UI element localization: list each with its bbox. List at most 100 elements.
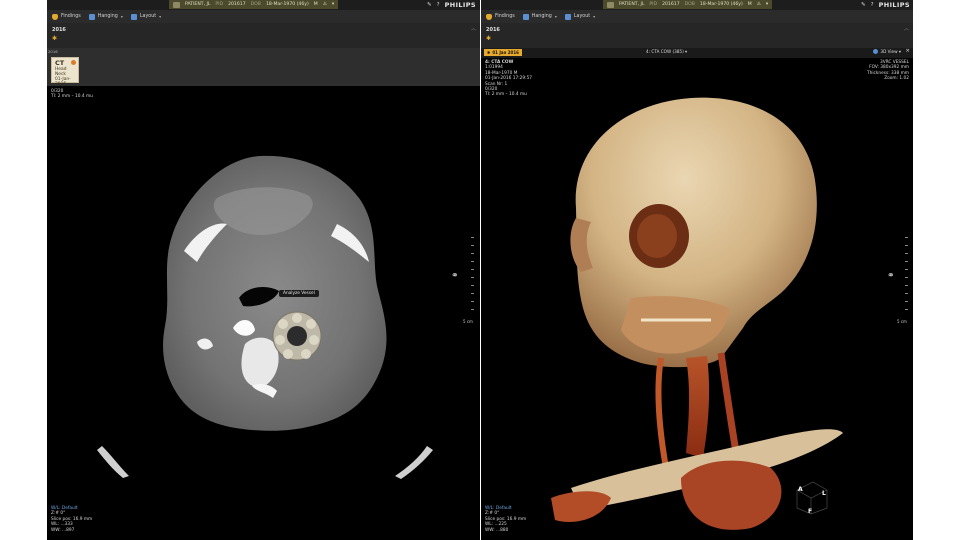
overlay-line: WW: ...897	[51, 527, 75, 533]
dataset-selector[interactable]: 4: CTA COW (385) ▾	[646, 49, 687, 54]
study-date-tag[interactable]: ✱ 01 Jan 2016	[484, 49, 522, 56]
right-viewport-pane[interactable]: PATIENT, JL PID 201617 DOB 18-Mar-1970 (…	[481, 0, 913, 540]
layout-button[interactable]: Layout ▾	[564, 13, 596, 20]
findings-button[interactable]: Findings	[52, 13, 81, 20]
link-icon[interactable]: ⚭	[451, 271, 459, 281]
star-icon[interactable]: ✱	[52, 35, 57, 42]
radial-menu-item-5[interactable]	[283, 349, 293, 359]
radial-menu[interactable]	[272, 296, 322, 376]
collapse-icon[interactable]: ︿	[904, 25, 909, 32]
radial-menu-item-6[interactable]	[275, 335, 285, 345]
lock-icon[interactable]: ⚠	[323, 2, 327, 7]
top-right-controls-right: ✎ ? PHILIPS	[861, 1, 910, 9]
study-strip-tag: 2016	[48, 49, 58, 54]
overlay-line: TI: 2 mm – 10.4 mu	[485, 92, 527, 98]
close-icon[interactable]: ×	[905, 48, 910, 54]
dob-value: 18-Mar-1970 (46y)	[699, 2, 743, 7]
chevron-down-icon: ▾	[593, 14, 596, 19]
orientation-left: L	[822, 490, 826, 497]
left-overlay-top: 0/320 TI: 2 mm – 10.4 mu	[51, 89, 93, 100]
hanging-button[interactable]: Hanging ▾	[88, 13, 123, 20]
chevron-down-icon: ▾	[554, 14, 557, 19]
scale-bar	[471, 237, 474, 317]
tools-icon[interactable]: ✎	[427, 2, 432, 8]
findings-icon	[52, 13, 58, 20]
brand-logo: PHILIPS	[878, 1, 910, 9]
view-mode-selector[interactable]: 3D View ▾	[873, 49, 901, 54]
dob-label: DOB	[250, 2, 261, 7]
patient-info-strip[interactable]: PATIENT, JL PID 201617 DOB 18-Mar-1970 (…	[603, 0, 773, 9]
findings-icon	[486, 13, 492, 20]
study-thumbnail-ct[interactable]: CT Head Neck 01-Jan-2016	[51, 57, 79, 87]
radial-menu-item-4[interactable]	[301, 349, 311, 359]
volume-render-image[interactable]	[481, 58, 913, 540]
pid-label: PID	[649, 2, 658, 7]
brand-logo: PHILIPS	[444, 1, 476, 9]
patient-info-strip[interactable]: PATIENT, JL PID 201617 DOB 18-Mar-1970 (…	[169, 0, 339, 9]
chevron-down-icon: ▾	[120, 14, 123, 19]
right-overlay-bottom: W/L: Default Z:# 0° Slice pos: 16.9 mm W…	[485, 506, 526, 533]
dob-value: 18-Mar-1970 (46y)	[265, 2, 309, 7]
overlay-line: TI: 2 mm – 10.4 mu	[51, 94, 93, 100]
radial-menu-item-3[interactable]	[309, 335, 319, 345]
radial-menu-item-7[interactable]	[278, 319, 288, 329]
star-icon[interactable]: ✱	[486, 35, 491, 42]
main-toolbar-right: Findings Hanging ▾ Layout ▾	[481, 10, 913, 24]
patient-name: PATIENT, JL	[619, 2, 645, 7]
view-mode-label: 3D View ▾	[880, 49, 901, 54]
patient-name: PATIENT, JL	[185, 2, 211, 7]
axial-ct-image[interactable]	[47, 86, 480, 540]
hanging-button[interactable]: Hanging ▾	[522, 13, 557, 20]
pid-value: 201617	[228, 2, 246, 7]
right-overlay-top-right: 3VRC VESSEL FOV: 380x392 mm Thickness: 3…	[867, 60, 909, 82]
tools-icon[interactable]: ✎	[861, 2, 866, 8]
star-icon: ✱	[487, 50, 491, 55]
patient-id-icon	[607, 1, 614, 8]
dropdown-icon[interactable]: ▾	[766, 2, 768, 7]
help-icon[interactable]: ?	[437, 2, 440, 8]
left-viewport-pane[interactable]: PATIENT, JL PID 201617 DOB 18-Mar-1970 (…	[47, 0, 480, 540]
findings-label: Findings	[61, 14, 81, 19]
timeline-year[interactable]: 2016	[486, 27, 500, 33]
dropdown-icon[interactable]: ▾	[332, 2, 334, 7]
top-bar-right: PATIENT, JL PID 201617 DOB 18-Mar-1970 (…	[481, 0, 913, 10]
chevron-down-icon: ▾	[159, 14, 162, 19]
main-toolbar-left: Findings Hanging ▾ Layout ▾	[47, 10, 480, 24]
overlay-line: WW: ...880	[485, 527, 509, 533]
scale-bar	[905, 237, 908, 317]
timeline-bar: 2016 ✱ ︿	[47, 23, 480, 49]
layout-icon	[564, 13, 571, 20]
left-overlay-bottom: W/L: Default Z:# 0° Slice pos: 16.9 mm W…	[51, 506, 92, 533]
layout-button[interactable]: Layout ▾	[130, 13, 162, 20]
right-overlay-top-left: 4: CTA COW 1:01994 18-Mar-1970 M 01-Jan-…	[485, 60, 532, 98]
hanging-icon	[88, 13, 95, 20]
orientation-anterior: A	[798, 486, 803, 493]
timeline-year[interactable]: 2016	[52, 27, 66, 33]
link-icon[interactable]: ⚭	[887, 271, 895, 281]
hanging-label: Hanging	[531, 14, 552, 19]
collapse-icon[interactable]: ︿	[471, 25, 476, 32]
timeline-bar: 2016 ✱ ︿	[481, 23, 913, 49]
findings-button[interactable]: Findings	[486, 13, 515, 20]
layout-label: Layout	[573, 14, 591, 19]
layout-icon	[130, 13, 137, 20]
overlay-line: 01-Jan-2016 17:29:57	[485, 76, 533, 82]
help-icon[interactable]: ?	[871, 2, 874, 8]
viewport-header: ✱ 01 Jan 2016 4: CTA COW (385) ▾ 3D View…	[481, 48, 913, 58]
pid-value: 201617	[662, 2, 680, 7]
pid-label: PID	[215, 2, 224, 7]
sex-value: M	[313, 2, 318, 7]
study-strip: 2016 CT Head Neck 01-Jan-2016	[47, 48, 480, 87]
study-badge-icon	[71, 60, 76, 65]
top-right-controls-left: ✎ ? PHILIPS	[427, 1, 476, 9]
hanging-icon	[522, 13, 529, 20]
radial-menu-item-2[interactable]	[306, 319, 316, 329]
radial-menu-item-1[interactable]	[292, 313, 302, 323]
hanging-label: Hanging	[97, 14, 118, 19]
scale-label: 5 cm	[897, 319, 907, 324]
dob-label: DOB	[684, 2, 695, 7]
findings-label: Findings	[495, 14, 515, 19]
sex-value: M	[747, 2, 752, 7]
lock-icon[interactable]: ⚠	[757, 2, 761, 7]
study-body-part: Head Neck	[55, 67, 67, 77]
